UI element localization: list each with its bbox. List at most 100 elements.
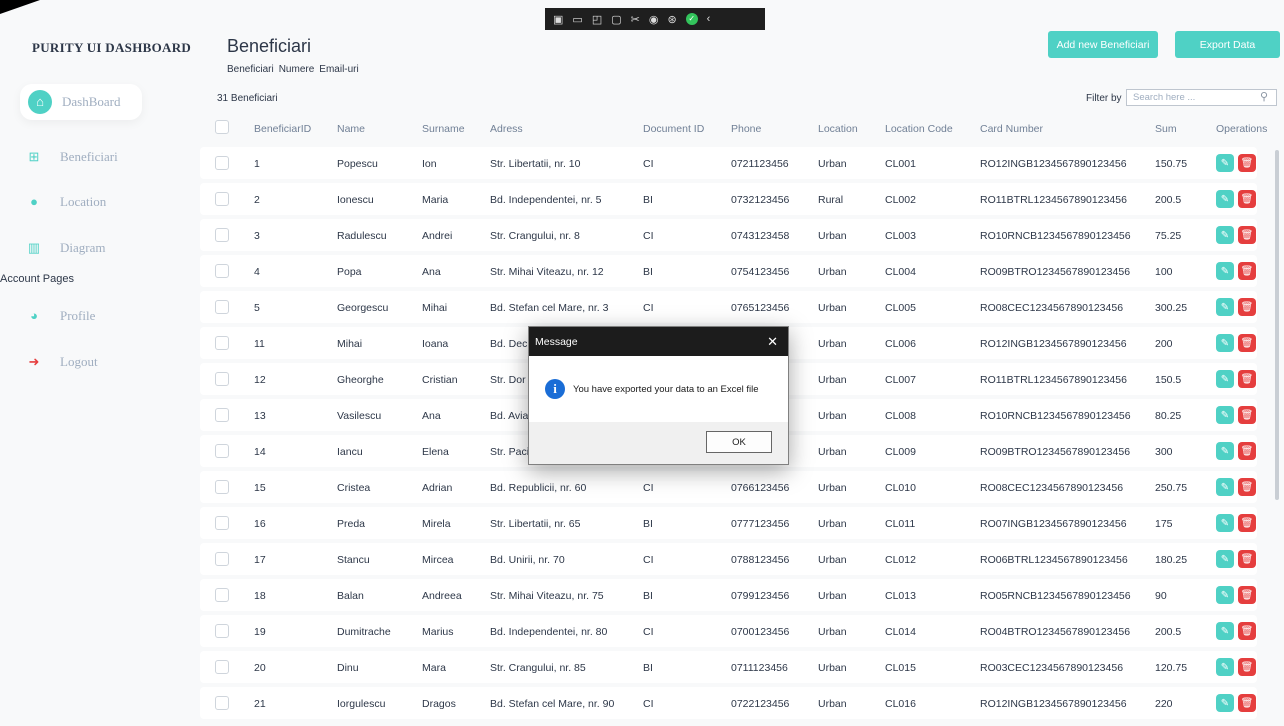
edit-icon[interactable]: ✎ <box>1216 226 1234 244</box>
close-icon[interactable]: ✕ <box>767 334 778 350</box>
freeform-icon[interactable]: ✂ <box>631 13 640 26</box>
row-checkbox[interactable] <box>215 444 229 458</box>
delete-icon[interactable]: 🗑 <box>1238 694 1256 712</box>
window-select-icon[interactable]: ◰ <box>592 13 602 26</box>
row-checkbox[interactable] <box>215 624 229 638</box>
delete-icon[interactable]: 🗑 <box>1238 262 1256 280</box>
edit-icon[interactable]: ✎ <box>1216 370 1234 388</box>
confirm-icon[interactable]: ✓ <box>685 13 698 25</box>
row-checkbox[interactable] <box>215 228 229 242</box>
row-checkbox[interactable] <box>215 192 229 206</box>
sidebar-item-diagram[interactable]: ▥ Diagram <box>22 231 106 265</box>
table-row[interactable]: 3 Radulescu Andrei Str. Crangului, nr. 8 CI 0… <box>200 219 1257 251</box>
export-data-button[interactable]: Export Data <box>1175 31 1280 58</box>
col-header[interactable]: Phone <box>731 123 761 135</box>
delete-icon[interactable]: 🗑 <box>1238 406 1256 424</box>
col-header[interactable]: Name <box>337 123 365 135</box>
table-row[interactable]: 21 Iorgulescu Dragos Bd. Stefan cel Mare, n… <box>200 687 1257 719</box>
delete-icon[interactable]: 🗑 <box>1238 622 1256 640</box>
search-icon[interactable]: ⚲ <box>1260 90 1268 103</box>
row-checkbox[interactable] <box>215 696 229 710</box>
edit-icon[interactable]: ✎ <box>1216 658 1234 676</box>
sidebar-item-beneficiari[interactable]: ⊞ Beneficiari <box>22 140 118 174</box>
delete-icon[interactable]: 🗑 <box>1238 514 1256 532</box>
col-header[interactable]: Document ID <box>643 123 704 135</box>
row-checkbox[interactable] <box>215 264 229 278</box>
table-scrollbar[interactable] <box>1275 150 1279 500</box>
delete-icon[interactable]: 🗑 <box>1238 226 1256 244</box>
table-row[interactable]: 19 Dumitrache Marius Bd. Independentei, nr.… <box>200 615 1257 647</box>
ok-button[interactable]: OK <box>706 431 772 453</box>
delete-icon[interactable]: 🗑 <box>1238 586 1256 604</box>
region-icon[interactable]: ▢ <box>611 13 621 26</box>
delete-icon[interactable]: 🗑 <box>1238 478 1256 496</box>
col-header[interactable]: BeneficiarID <box>254 123 311 135</box>
sidebar-item-label: Profile <box>60 308 96 323</box>
sidebar-item-profile[interactable]: ◕ Profile <box>22 299 95 333</box>
edit-icon[interactable]: ✎ <box>1216 586 1234 604</box>
edit-icon[interactable]: ✎ <box>1216 478 1234 496</box>
row-checkbox[interactable] <box>215 480 229 494</box>
edit-icon[interactable]: ✎ <box>1216 154 1234 172</box>
delete-icon[interactable]: 🗑 <box>1238 298 1256 316</box>
table-row[interactable]: 15 Cristea Adrian Bd. Republicii, nr. 60 CI 0… <box>200 471 1257 503</box>
edit-icon[interactable]: ✎ <box>1216 442 1234 460</box>
page-title: Beneficiari <box>227 36 312 56</box>
collapse-icon[interactable]: ‹ <box>707 13 711 25</box>
edit-icon[interactable]: ✎ <box>1216 694 1234 712</box>
delete-icon[interactable]: 🗑 <box>1238 370 1256 388</box>
table-row[interactable]: 20 Dinu Mara Str. Crangului, nr. 85 BI 071112… <box>200 651 1257 683</box>
edit-icon[interactable]: ✎ <box>1216 298 1234 316</box>
row-checkbox[interactable] <box>215 660 229 674</box>
row-checkbox[interactable] <box>215 336 229 350</box>
edit-icon[interactable]: ✎ <box>1216 406 1234 424</box>
cell-surname: Ioana <box>422 338 449 350</box>
settings-icon[interactable]: ⊛ <box>667 13 676 26</box>
capture-mode-icon[interactable]: ▣ <box>553 13 563 26</box>
record-icon[interactable]: ▭ <box>572 13 582 26</box>
link-email[interactable]: Email-uri <box>319 64 358 75</box>
table-row[interactable]: 4 Popa Ana Str. Mihai Viteazu, nr. 12 BI 0754… <box>200 255 1257 287</box>
delete-icon[interactable]: 🗑 <box>1238 442 1256 460</box>
table-row[interactable]: 2 Ionescu Maria Bd. Independentei, nr. 5 BI 0… <box>200 183 1257 215</box>
sidebar-item-dashboard[interactable]: ⌂ DashBoard <box>20 84 142 120</box>
col-header[interactable]: Adress <box>490 123 523 135</box>
edit-icon[interactable]: ✎ <box>1216 622 1234 640</box>
col-header[interactable]: Sum <box>1155 123 1177 135</box>
col-header[interactable]: Surname <box>422 123 465 135</box>
link-beneficiari[interactable]: Beneficiari <box>227 64 274 75</box>
edit-icon[interactable]: ✎ <box>1216 514 1234 532</box>
edit-icon[interactable]: ✎ <box>1216 262 1234 280</box>
row-checkbox[interactable] <box>215 516 229 530</box>
table-row[interactable]: 17 Stancu Mircea Bd. Unirii, nr. 70 CI 078812… <box>200 543 1257 575</box>
screen-capture-toolbar[interactable]: ▣ ▭ ◰ ▢ ✂ ◉ ⊛ ✓ ‹ <box>545 8 765 30</box>
delete-icon[interactable]: 🗑 <box>1238 190 1256 208</box>
row-checkbox[interactable] <box>215 552 229 566</box>
row-checkbox[interactable] <box>215 300 229 314</box>
link-numere[interactable]: Numere <box>279 64 315 75</box>
row-checkbox[interactable] <box>215 372 229 386</box>
delete-icon[interactable]: 🗑 <box>1238 550 1256 568</box>
select-all-checkbox[interactable] <box>215 120 229 134</box>
row-checkbox[interactable] <box>215 588 229 602</box>
add-beneficiar-button[interactable]: Add new Beneficiari <box>1048 31 1158 58</box>
edit-icon[interactable]: ✎ <box>1216 550 1234 568</box>
table-row[interactable]: 16 Preda Mirela Str. Libertatii, nr. 65 BI 07… <box>200 507 1257 539</box>
table-row[interactable]: 5 Georgescu Mihai Bd. Stefan cel Mare, nr. … <box>200 291 1257 323</box>
edit-icon[interactable]: ✎ <box>1216 334 1234 352</box>
row-checkbox[interactable] <box>215 156 229 170</box>
search-input[interactable]: Search here ... ⚲ <box>1126 89 1277 106</box>
col-header[interactable]: Location <box>818 123 858 135</box>
table-row[interactable]: 18 Balan Andreea Str. Mihai Viteazu, nr. 75… <box>200 579 1257 611</box>
edit-icon[interactable]: ✎ <box>1216 190 1234 208</box>
sidebar-item-logout[interactable]: ➜ Logout <box>22 345 98 379</box>
delete-icon[interactable]: 🗑 <box>1238 154 1256 172</box>
sidebar-item-location[interactable]: ● Location <box>22 185 106 219</box>
table-row[interactable]: 1 Popescu Ion Str. Libertatii, nr. 10 CI 0721… <box>200 147 1257 179</box>
col-header[interactable]: Location Code <box>885 123 953 135</box>
delete-icon[interactable]: 🗑 <box>1238 658 1256 676</box>
row-checkbox[interactable] <box>215 408 229 422</box>
audio-icon[interactable]: ◉ <box>649 13 659 26</box>
delete-icon[interactable]: 🗑 <box>1238 334 1256 352</box>
col-header[interactable]: Card Number <box>980 123 1043 135</box>
